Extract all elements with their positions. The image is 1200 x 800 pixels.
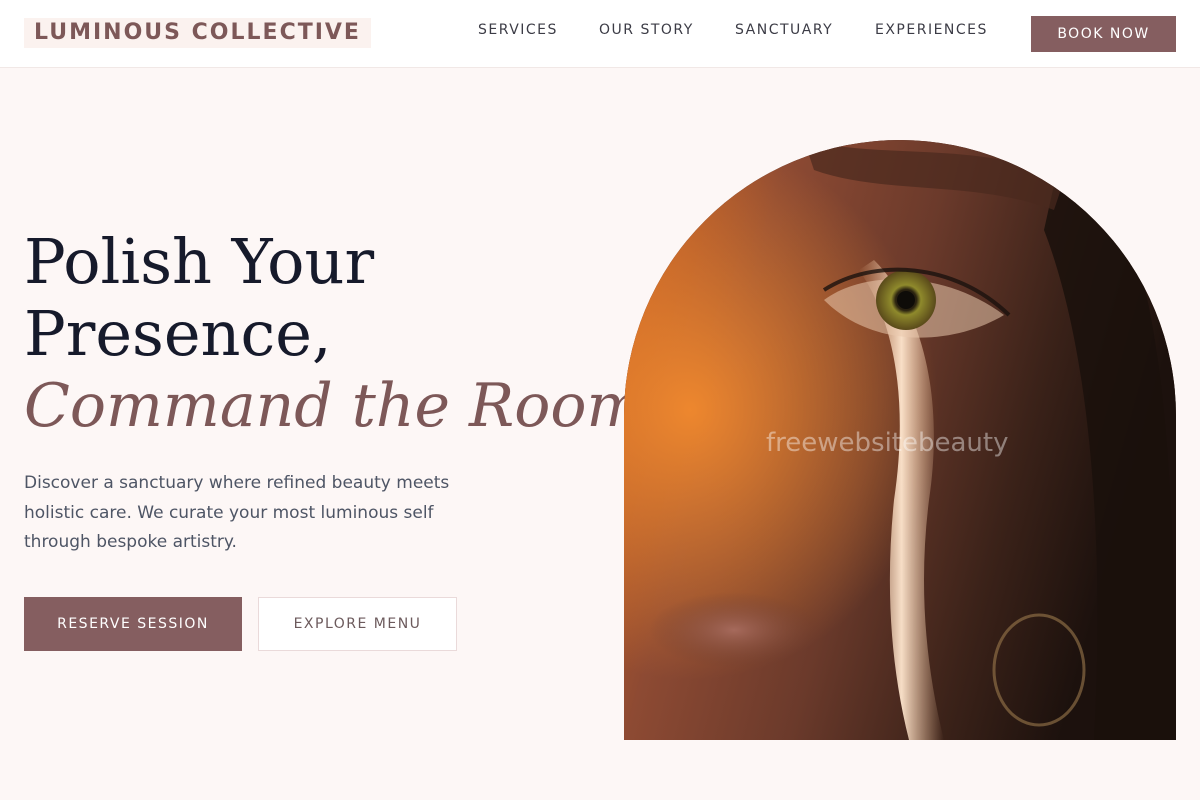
brand-logo[interactable]: LUMINOUS COLLECTIVE — [24, 18, 371, 48]
explore-menu-button[interactable]: EXPLORE MENU — [258, 597, 457, 651]
headline-accent: Command the Room. — [24, 371, 663, 441]
nav-item-services[interactable]: SERVICES — [478, 22, 558, 38]
hero-headline: Polish Your Presence, Command the Room. — [24, 225, 663, 442]
book-now-button[interactable]: BOOK NOW — [1031, 16, 1176, 52]
site-header: LUMINOUS COLLECTIVE SERVICES OUR STORY S… — [0, 0, 1200, 68]
headline-line-2: Presence, — [24, 297, 332, 370]
image-watermark: freewebsitebeauty — [766, 428, 1009, 458]
reserve-session-button[interactable]: RESERVE SESSION — [24, 597, 242, 651]
hero-description: Discover a sanctuary where refined beaut… — [24, 473, 450, 552]
headline-line-1: Polish Your — [24, 225, 375, 298]
nav-item-our-story[interactable]: OUR STORY — [599, 22, 694, 38]
nav-item-experiences[interactable]: EXPERIENCES — [875, 22, 988, 38]
nav-item-sanctuary[interactable]: SANCTUARY — [735, 22, 833, 38]
